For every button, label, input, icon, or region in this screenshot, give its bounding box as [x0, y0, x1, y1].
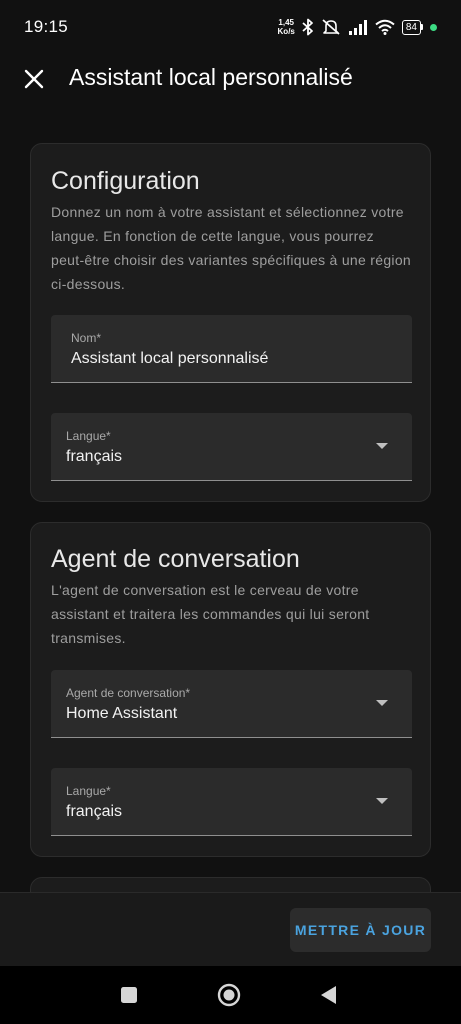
agent-language-select-label: Langue* [66, 784, 111, 798]
network-speed-unit: Ko/s [277, 27, 295, 36]
dialog-content[interactable]: Configuration Donnez un nom à votre assi… [0, 110, 461, 892]
configuration-title: Configuration [51, 167, 200, 195]
conversation-agent-title: Agent de conversation [51, 545, 300, 573]
name-field[interactable]: Nom* Assistant local personnalisé [51, 315, 412, 383]
language-select[interactable]: Langue* français [51, 413, 412, 481]
conversation-agent-card: Agent de conversation L'agent de convers… [30, 522, 431, 857]
chevron-down-icon [376, 443, 388, 449]
system-nav-bar [0, 966, 461, 1024]
name-field-label: Nom* [71, 331, 102, 345]
back-icon [321, 986, 336, 1004]
bluetooth-icon [302, 18, 313, 36]
conversation-agent-select-label: Agent de conversation* [66, 686, 191, 700]
conversation-agent-select[interactable]: Agent de conversation* Home Assistant [51, 670, 412, 738]
conversation-agent-select-value: Home Assistant [66, 705, 178, 722]
privacy-indicator-dot [430, 23, 437, 31]
close-icon [24, 69, 44, 89]
status-bar: 19:15 1,45 Ko/s 84 [0, 0, 461, 48]
recents-icon [121, 987, 137, 1003]
network-speed-value: 1,45 [278, 18, 294, 27]
agent-language-select-value: français [66, 803, 123, 820]
network-speed: 1,45 Ko/s [278, 18, 295, 36]
app-bar: Assistant local personnalisé [0, 48, 461, 110]
agent-language-select[interactable]: Langue* français [51, 768, 412, 836]
update-button[interactable]: METTRE À JOUR [290, 908, 431, 952]
configuration-description: Donnez un nom à votre assistant et sélec… [51, 204, 411, 292]
home-button[interactable] [217, 983, 241, 1007]
status-icons: 1,45 Ko/s 84 [278, 16, 437, 38]
conversation-agent-description: L'agent de conversation est le cerveau d… [51, 582, 370, 646]
name-field-value: Assistant local personnalisé [71, 350, 269, 367]
status-time: 19:15 [24, 17, 69, 36]
language-select-label: Langue* [66, 429, 111, 443]
signal-icon [348, 20, 367, 35]
chevron-down-icon [376, 700, 388, 706]
battery-icon: 84 [401, 19, 423, 35]
mute-icon [322, 19, 340, 35]
configuration-card: Configuration Donnez un nom à votre assi… [30, 143, 431, 502]
home-icon [217, 983, 241, 1007]
recents-button[interactable] [117, 983, 141, 1007]
battery-level: 84 [405, 21, 417, 33]
next-section-card [30, 877, 431, 892]
back-button[interactable] [317, 983, 341, 1007]
chevron-down-icon [376, 798, 388, 804]
language-select-value: français [66, 448, 123, 465]
close-button[interactable] [20, 65, 48, 93]
wifi-icon [375, 19, 395, 35]
page-title: Assistant local personnalisé [69, 64, 353, 90]
dialog-actions: METTRE À JOUR [0, 892, 461, 966]
